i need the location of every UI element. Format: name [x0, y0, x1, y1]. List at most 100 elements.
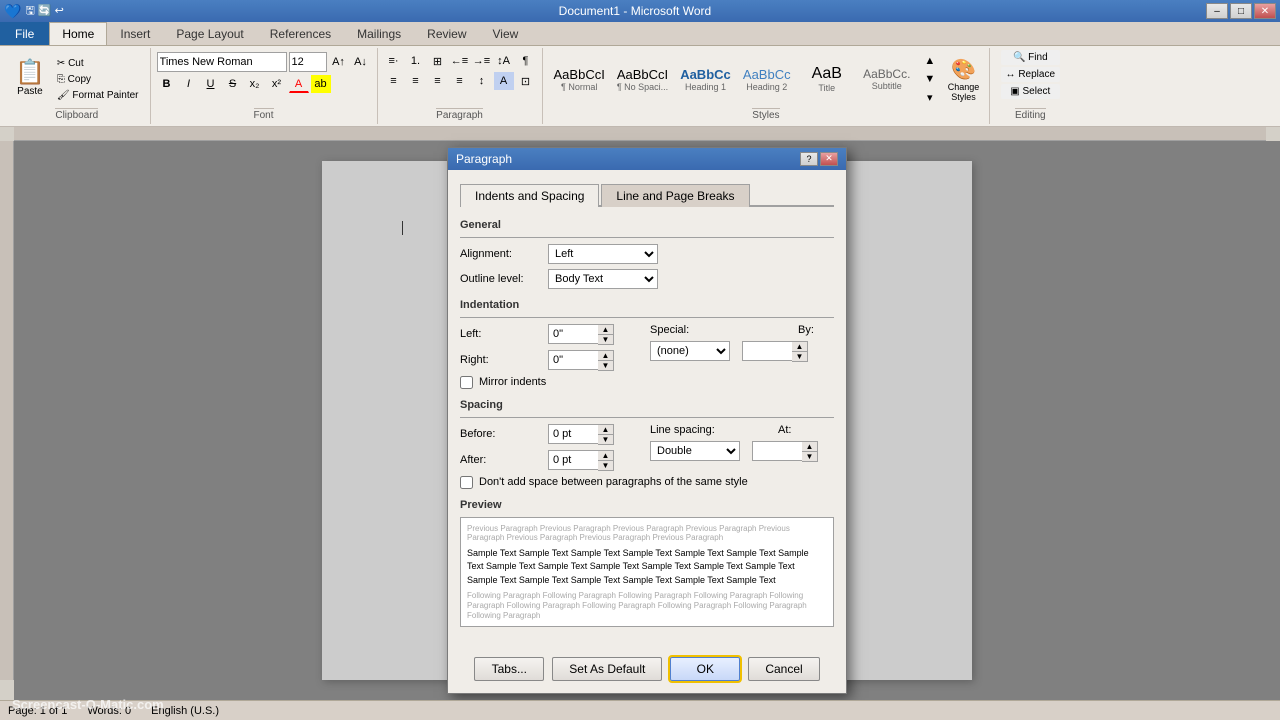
format-painter-btn[interactable]: 🖌 Format Painter	[52, 88, 144, 103]
style-heading2[interactable]: AaBbCc Heading 2	[738, 64, 796, 95]
indent-right-down[interactable]: ▼	[598, 361, 613, 370]
shading-btn[interactable]: A	[494, 72, 514, 90]
view-tab[interactable]: View	[480, 22, 532, 45]
references-tab[interactable]: References	[257, 22, 344, 45]
minimize-btn[interactable]: –	[1206, 3, 1228, 19]
before-label: Before:	[460, 428, 540, 440]
alignment-select[interactable]: Left Centered Right Justified	[548, 244, 658, 264]
ok-btn[interactable]: OK	[670, 657, 740, 681]
cancel-btn[interactable]: Cancel	[748, 657, 819, 681]
font-name-input[interactable]	[157, 52, 287, 72]
style-normal[interactable]: AaBbCcI ¶ Normal	[549, 64, 610, 95]
sort-btn[interactable]: ↕A	[494, 52, 514, 70]
style-no-spacing[interactable]: AaBbCcI ¶ No Spaci...	[612, 64, 673, 95]
numbering-btn[interactable]: 1.	[406, 52, 426, 70]
before-input[interactable]	[548, 424, 598, 444]
maximize-btn[interactable]: □	[1230, 3, 1252, 19]
after-down[interactable]: ▼	[598, 461, 613, 470]
indent-right-input[interactable]	[548, 350, 598, 370]
font-size-input[interactable]	[289, 52, 327, 72]
replace-btn[interactable]: ↔ Replace	[1001, 67, 1060, 82]
strikethrough-btn[interactable]: S	[223, 75, 243, 93]
mirror-label: Mirror indents	[479, 376, 546, 388]
shrink-font-btn[interactable]: A↓	[351, 53, 371, 71]
set-default-btn[interactable]: Set As Default	[552, 657, 662, 681]
after-input[interactable]	[548, 450, 598, 470]
document-area: Paragraph ? ✕ Indents and Spacing Line a…	[14, 141, 1280, 700]
align-left-btn[interactable]: ≡	[384, 72, 404, 90]
normal-label: ¶ Normal	[561, 82, 597, 92]
heading2-preview: AaBbCc	[743, 67, 791, 82]
insert-tab[interactable]: Insert	[107, 22, 163, 45]
borders-btn[interactable]: ⊡	[516, 72, 536, 90]
indent-left-down[interactable]: ▼	[598, 335, 613, 344]
superscript-btn[interactable]: x²	[267, 75, 287, 93]
general-section: General Alignment: Left Centered Right J…	[460, 219, 834, 289]
file-tab[interactable]: File	[0, 22, 49, 45]
multilevel-btn[interactable]: ⊞	[428, 52, 448, 70]
paste-btn[interactable]: 📋 Paste	[10, 58, 50, 100]
mailings-tab[interactable]: Mailings	[344, 22, 414, 45]
before-up[interactable]: ▲	[598, 425, 613, 435]
cut-btn[interactable]: ✂ Cut	[52, 56, 144, 71]
subscript-btn[interactable]: x₂	[245, 75, 265, 93]
at-up[interactable]: ▲	[802, 442, 817, 452]
align-right-btn[interactable]: ≡	[428, 72, 448, 90]
text-color-btn[interactable]: A	[289, 75, 309, 93]
line-spacing-select[interactable]: Single 1.5 lines Double At least Exactly…	[650, 441, 740, 461]
tab-line-page-breaks[interactable]: Line and Page Breaks	[601, 184, 749, 207]
indent-left-up[interactable]: ▲	[598, 325, 613, 335]
italic-btn[interactable]: I	[179, 75, 199, 93]
style-subtitle[interactable]: AaBbCc. Subtitle	[858, 64, 916, 94]
increase-indent-btn[interactable]: →≡	[472, 52, 492, 70]
outline-select[interactable]: Body Text Level 1 Level 2	[548, 269, 658, 289]
title-bar-left: 💙 🖫 🔄 ↩	[4, 2, 64, 21]
by-spin: ▲ ▼	[742, 341, 808, 362]
by-input[interactable]	[742, 341, 792, 361]
indent-left-input[interactable]	[548, 324, 598, 344]
home-tab[interactable]: Home	[49, 22, 107, 45]
style-heading1[interactable]: AaBbCc Heading 1	[675, 64, 736, 95]
tab-indents-spacing[interactable]: Indents and Spacing	[460, 184, 599, 207]
dont-add-space-checkbox[interactable]	[460, 476, 473, 489]
mirror-checkbox[interactable]	[460, 376, 473, 389]
line-spacing-btn[interactable]: ↕	[472, 72, 492, 90]
indentation-divider	[460, 317, 834, 318]
decrease-indent-btn[interactable]: ←≡	[450, 52, 470, 70]
grow-font-btn[interactable]: A↑	[329, 53, 349, 71]
bold-btn[interactable]: B	[157, 75, 177, 93]
indent-special: Special: By: (none) First line Hanging	[650, 324, 878, 367]
bullets-btn[interactable]: ≡·	[384, 52, 404, 70]
select-btn[interactable]: ▣ Select	[1001, 84, 1060, 99]
before-down[interactable]: ▼	[598, 435, 613, 444]
review-tab[interactable]: Review	[414, 22, 479, 45]
special-select[interactable]: (none) First line Hanging	[650, 341, 730, 361]
change-styles-btn[interactable]: 🎨 ChangeStyles	[944, 53, 984, 106]
clipboard-small-btns: ✂ Cut ⎘ Copy 🖌 Format Painter	[52, 56, 144, 103]
at-input[interactable]	[752, 441, 802, 461]
styles-down-btn[interactable]: ▼	[920, 70, 940, 88]
after-up[interactable]: ▲	[598, 451, 613, 461]
by-down[interactable]: ▼	[792, 352, 807, 361]
title-bar: 💙 🖫 🔄 ↩ Document1 - Microsoft Word – □ ✕	[0, 0, 1280, 22]
copy-btn[interactable]: ⎘ Copy	[52, 72, 144, 87]
align-center-btn[interactable]: ≡	[406, 72, 426, 90]
highlight-btn[interactable]: ab	[311, 75, 331, 93]
at-down[interactable]: ▼	[802, 452, 817, 461]
underline-btn[interactable]: U	[201, 75, 221, 93]
page-layout-tab[interactable]: Page Layout	[163, 22, 256, 45]
justify-btn[interactable]: ≡	[450, 72, 470, 90]
dialog-close-btn[interactable]: ✕	[820, 152, 838, 166]
close-btn[interactable]: ✕	[1254, 3, 1276, 19]
find-btn[interactable]: 🔍 Find	[1001, 50, 1060, 65]
indentation-label: Indentation	[460, 299, 834, 311]
by-up[interactable]: ▲	[792, 342, 807, 352]
style-title[interactable]: AaB Title	[798, 62, 856, 96]
ribbon-content: 📋 Paste ✂ Cut ⎘ Copy 🖌	[0, 46, 1280, 126]
dialog-help-btn[interactable]: ?	[800, 152, 818, 166]
indent-right-up[interactable]: ▲	[598, 351, 613, 361]
styles-more-btn[interactable]: ▾	[920, 88, 940, 106]
styles-up-btn[interactable]: ▲	[920, 52, 940, 70]
show-marks-btn[interactable]: ¶	[516, 52, 536, 70]
tabs-btn[interactable]: Tabs...	[474, 657, 544, 681]
